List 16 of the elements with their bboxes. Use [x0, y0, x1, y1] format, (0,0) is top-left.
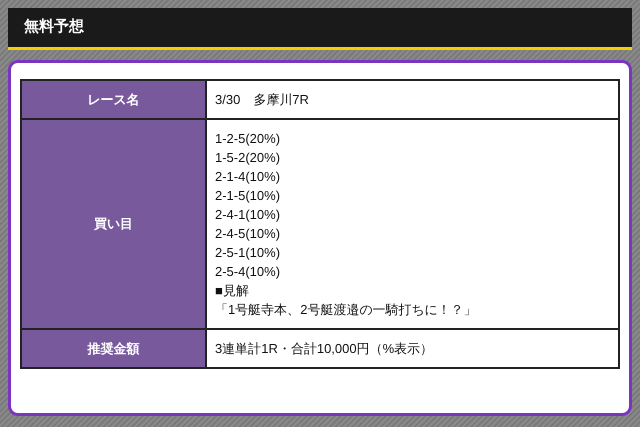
table-cell-line: 2-4-1(10%)	[215, 206, 282, 224]
table-cell-line: 2-5-4(10%)	[215, 263, 282, 281]
table-cell-line: 2-4-5(10%)	[215, 225, 282, 243]
row-header: レース名	[21, 80, 206, 119]
table-cell-line: 2-1-4(10%)	[215, 168, 282, 186]
table-cell-line: ■見解	[215, 282, 250, 300]
table-cell-line: 2-1-5(10%)	[215, 187, 282, 205]
table-cell-line: 3連単計1R・合計10,000円（%表示）	[215, 340, 434, 358]
table-cell-line: 1-5-2(20%)	[215, 149, 282, 167]
table-cell-line: 1-2-5(20%)	[215, 130, 282, 148]
table-cell-line: 「1号艇寺本、2号艇渡邉の一騎打ちに！？」	[215, 301, 478, 319]
table-cell-line: 2-5-1(10%)	[215, 244, 282, 262]
row-header: 推奨金額	[21, 329, 206, 368]
table-cell-line: 3/30 多摩川7R	[215, 91, 310, 109]
header-title: 無料予想	[24, 17, 84, 38]
row-header: 買い目	[21, 119, 206, 329]
